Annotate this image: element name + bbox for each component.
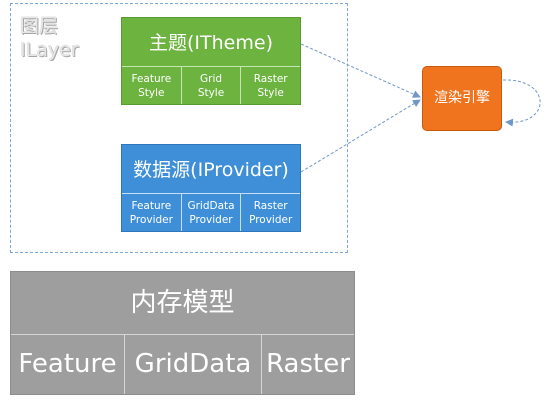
memory-model-title: 内存模型 — [130, 288, 235, 318]
memory-cell-griddata: GridData — [124, 335, 261, 394]
memory-cell-feature: Feature — [18, 349, 117, 379]
theme-to-engine-arrow — [300, 43, 421, 98]
memory-cell-raster: Raster — [261, 335, 354, 394]
memory-model-block: 内存模型 Feature GridData Raster — [10, 271, 355, 395]
engine-self-loop-arrow — [502, 79, 541, 127]
memory-model-cells: Feature GridData Raster — [11, 334, 354, 394]
provider-to-engine-arrow — [300, 99, 421, 173]
